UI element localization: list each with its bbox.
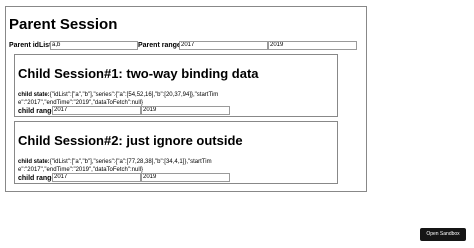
parent-session-panel: Parent Session Parent idList: a,b Parent… [5, 6, 367, 192]
parent-range-end-input[interactable]: 2019 [268, 41, 357, 50]
parent-session-title: Parent Session [9, 16, 118, 33]
child-session-1-range-start-input[interactable]: 2017 [52, 106, 141, 115]
child-session-2-state-label: child state: [18, 159, 50, 165]
parent-idlist-label: Parent idList: [9, 42, 54, 49]
child-session-2-state: child state:{"idList":["a","b"],"series"… [18, 158, 223, 174]
child-session-1-range-end-input[interactable]: 2019 [141, 106, 230, 115]
child-session-2-panel: Child Session#2: just ignore outside chi… [14, 121, 338, 184]
open-sandbox-button[interactable]: Open Sandbox [420, 228, 466, 241]
child-session-1-state-label: child state: [18, 92, 50, 98]
child-session-1-panel: Child Session#1: two-way binding data ch… [14, 54, 338, 117]
parent-range-label: Parent range: [138, 42, 184, 49]
parent-idlist-input[interactable]: a,b [50, 41, 138, 50]
child-session-2-title: Child Session#2: just ignore outside [18, 133, 243, 148]
child-session-1-state: child state:{"idList":["a","b"],"series"… [18, 91, 223, 107]
child-session-2-range-start-input[interactable]: 2017 [52, 173, 141, 182]
parent-range-start-input[interactable]: 2017 [179, 41, 268, 50]
child-session-1-title: Child Session#1: two-way binding data [18, 66, 259, 81]
child-session-2-range-end-input[interactable]: 2019 [141, 173, 230, 182]
